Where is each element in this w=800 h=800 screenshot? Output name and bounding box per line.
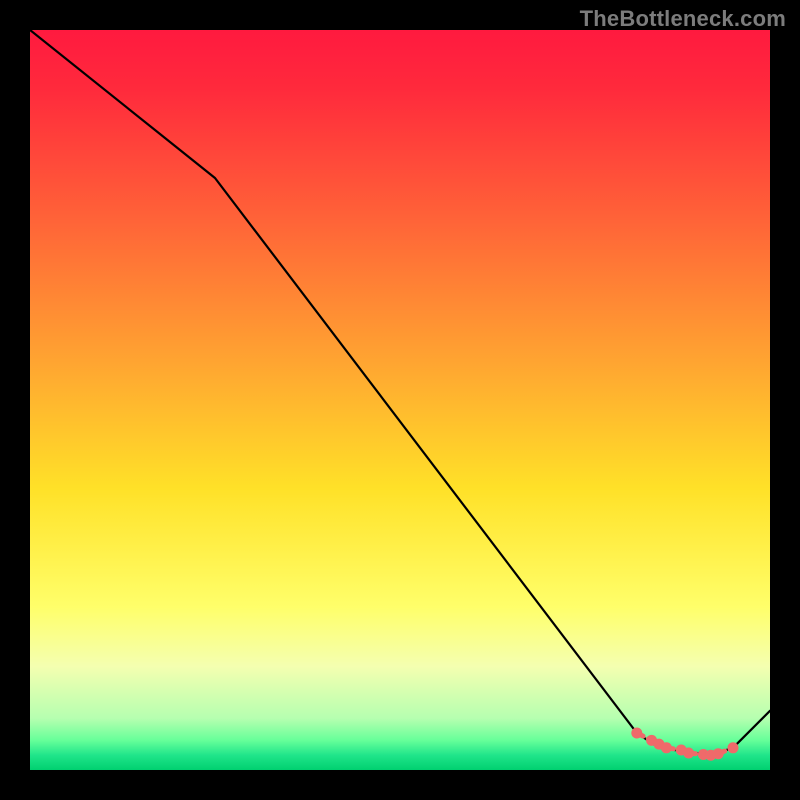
plot-area	[30, 30, 770, 770]
chart-stage: TheBottleneck.com	[0, 0, 800, 800]
highlight-dot	[728, 742, 739, 753]
watermark-label: TheBottleneck.com	[580, 6, 786, 32]
chart-svg	[30, 30, 770, 770]
gradient-background	[30, 30, 770, 770]
